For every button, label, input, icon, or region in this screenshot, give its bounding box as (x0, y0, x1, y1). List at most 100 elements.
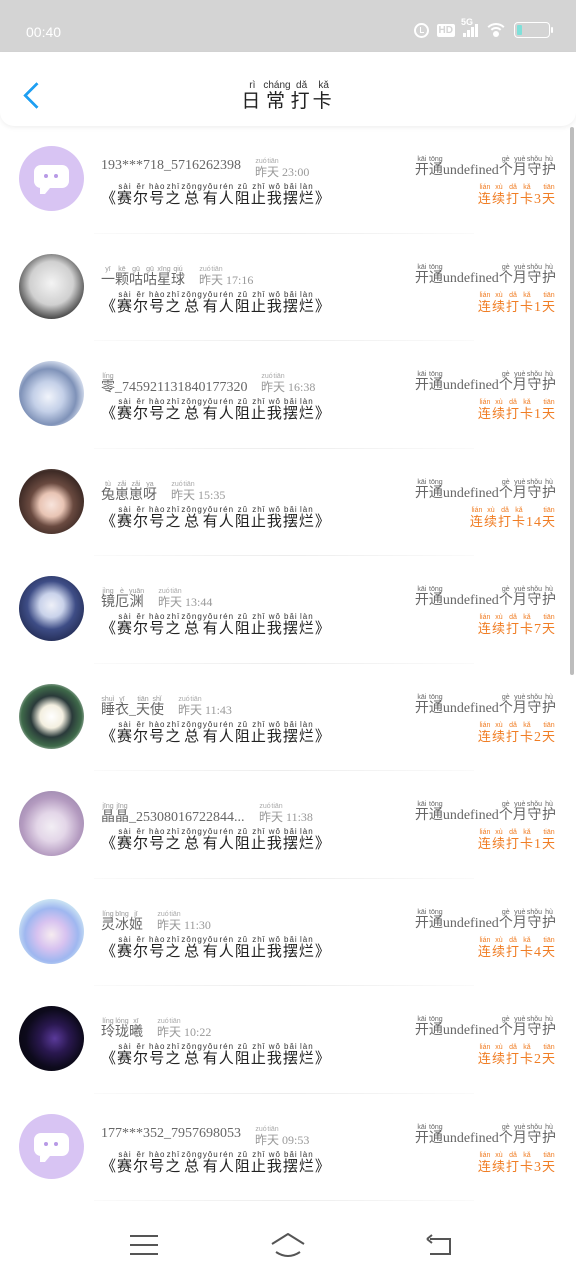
back-icon[interactable] (424, 1234, 454, 1258)
user-name[interactable]: 灵líng冰bīng姬jī (101, 911, 143, 934)
checkin-row[interactable]: 镜jìng厄è渊yuān 昨zuó天tiān 13:44 《赛sài尔ěr号hào之… (0, 556, 576, 664)
ruby-char: 烂làn (298, 827, 315, 852)
time-value: 16:38 (288, 380, 316, 394)
ruby-char: 有yǒu (202, 1149, 219, 1175)
ruby-char: 阻zǔ (234, 1042, 251, 1067)
status-icons: HD 5G (413, 17, 553, 40)
ruby-char: 个gè (498, 371, 513, 393)
checkin-row[interactable]: 一yī颗kē咕gū咕gū星xīng球qiú 昨zuó天tiān 17:16 《赛sà… (0, 234, 576, 341)
ruby-char: 续xù (491, 184, 506, 206)
subscription-value: undefined (442, 593, 499, 608)
ruby-char: 阻zǔ (234, 1149, 251, 1175)
scrollbar[interactable] (570, 127, 574, 675)
subscription-value: undefined (442, 485, 499, 501)
menu-icon[interactable] (130, 1234, 158, 1256)
ruby-char: 玲líng (101, 1018, 115, 1040)
ruby-char: 守shǒu (526, 371, 542, 393)
subscription-info: 开kāi通tōngundefined个gè月yuè守shǒu护hù (415, 371, 556, 394)
user-name[interactable]: 玲líng珑lóng曦xī (101, 1018, 143, 1041)
ruby-char: 晶jīng (115, 803, 129, 825)
ruby-char: 有yǒu (202, 719, 219, 745)
user-name[interactable]: 晶jīng晶jīng_25308016722844... (101, 803, 245, 826)
ruby-char: 号hào (149, 504, 166, 530)
avatar[interactable] (19, 253, 84, 319)
ruby-char: 之zhī (165, 1149, 182, 1175)
ruby-char: 打dǎ (505, 829, 520, 851)
checkin-row[interactable]: 睡shuì衣yī_天tiān使shǐ 昨zuó天tiān 11:43 《赛sài尔ě… (0, 664, 576, 771)
ruby-char: 珑lóng (115, 1018, 129, 1040)
ruby-char: 人rén (218, 612, 235, 637)
home-icon[interactable] (270, 1232, 306, 1258)
text-fragment: 《 (101, 621, 118, 637)
ruby-char: 昨zuó (261, 373, 274, 394)
avatar[interactable] (19, 576, 84, 641)
ruby-char: 通tōng (428, 1123, 443, 1146)
avatar[interactable] (19, 898, 84, 964)
ruby-char: 止zhǐ (250, 1042, 267, 1067)
ruby-char: 止zhǐ (250, 934, 267, 960)
streak-days: 3 (533, 192, 542, 207)
ruby-char: 天tiān (136, 695, 150, 718)
ruby-char: 尔ěr (133, 182, 150, 207)
ruby-char: 我wǒ (266, 397, 283, 422)
avatar[interactable] (19, 468, 84, 534)
ruby-char: 天tiān (541, 936, 556, 959)
checkin-time: 昨zuó天tiān 10:22 (157, 1018, 211, 1040)
subscription-value: undefined (442, 915, 499, 931)
avatar[interactable] (19, 361, 84, 426)
ruby-char: 常cháng (263, 80, 291, 112)
ruby-char: 摆bǎi (282, 289, 299, 315)
user-name[interactable]: 一yī颗kē咕gū咕gū星xīng球qiú (101, 266, 185, 289)
avatar[interactable] (19, 1113, 84, 1179)
ruby-char: 尔ěr (133, 397, 150, 422)
ruby-char: 止zhǐ (250, 397, 267, 422)
streak-days: 3 (533, 1159, 542, 1175)
avatar[interactable] (19, 146, 84, 211)
ruby-char: 之zhī (165, 1042, 182, 1067)
ruby-char: 总zǒng (181, 1149, 203, 1175)
channel-name: 《赛sài尔ěr号hào之zhī总zǒng有yǒu人rén阻zǔ止zhǐ我wǒ摆… (101, 397, 331, 423)
ruby-char: 之zhī (165, 612, 182, 637)
ruby-char: 打dǎ (497, 506, 512, 529)
user-name[interactable]: 睡shuì衣yī_天tiān使shǐ (101, 696, 164, 719)
ruby-char: 总zǒng (181, 934, 203, 960)
ruby-char: 卡kǎ (312, 80, 335, 112)
user-name[interactable]: 零líng_745921131840177320 (101, 373, 247, 396)
checkin-time: 昨zuó天tiān 23:00 (255, 158, 309, 180)
ruby-char: 天tiān (541, 399, 556, 421)
checkin-row[interactable]: 兔tù崽zǎi崽zǎi呀ya 昨zuó天tiān 15:35 《赛sài尔ěr号hà… (0, 449, 576, 556)
user-name[interactable]: 177***352_7957698053 (101, 1126, 241, 1142)
ruby-char: 止zhǐ (250, 827, 267, 852)
checkin-row[interactable]: 晶jīng晶jīng_25308016722844... 昨zuó天tiān 11… (0, 771, 576, 879)
user-name[interactable]: 兔tù崽zǎi崽zǎi呀ya (101, 481, 157, 504)
avatar[interactable] (19, 683, 84, 749)
checkin-row[interactable]: 零líng_745921131840177320 昨zuó 天tiān 16:38 《… (0, 341, 576, 449)
checkin-row[interactable]: 177***352_7957698053 昨zuó天tiān 09:53 《赛sài… (0, 1094, 576, 1201)
checkin-row[interactable]: 193***718_5716262398 昨zuó天tiān 23:00 《赛sài… (0, 126, 576, 234)
chat-bubble-icon (34, 1132, 69, 1162)
ruby-char: 卡kǎ (519, 184, 534, 206)
streak-days: 7 (533, 622, 542, 637)
time-value: 11:38 (286, 810, 313, 824)
avatar[interactable] (19, 1006, 84, 1071)
user-name[interactable]: 193***718_5716262398 (101, 158, 241, 174)
ruby-char: 续xù (491, 1044, 506, 1066)
avatar[interactable] (19, 791, 84, 856)
subscription-value: undefined (442, 163, 499, 178)
battery-icon (514, 22, 553, 38)
channel-name: 《赛sài尔ěr号hào之zhī总zǒng有yǒu人rén阻zǔ止zhǐ我wǒ摆… (101, 720, 331, 746)
time-value: 10:22 (184, 1025, 212, 1039)
subscription-info: 开kāi通tōngundefined个gè月yuè守shǒu护hù (415, 479, 556, 502)
ruby-char: 守shǒu (526, 263, 542, 286)
time-value: 09:53 (282, 1132, 310, 1147)
ruby-char: 阻zǔ (234, 504, 251, 530)
ruby-char: 开kāi (414, 1016, 429, 1038)
ruby-char: 阻zǔ (234, 612, 251, 637)
ruby-char: 卡kǎ (519, 1044, 534, 1066)
ruby-char: 咕gū (143, 265, 157, 288)
text-fragment: 》 (314, 621, 331, 637)
ruby-char: 开kāi (414, 908, 429, 931)
checkin-row[interactable]: 灵líng冰bīng姬jī 昨zuó天tiān 11:30 《赛sài尔ěr号hào… (0, 879, 576, 986)
checkin-row[interactable]: 玲líng珑lóng曦xī 昨zuó天tiān 10:22 《赛sài尔ěr号hào… (0, 986, 576, 1094)
user-name[interactable]: 镜jìng厄è渊yuān (101, 588, 144, 611)
